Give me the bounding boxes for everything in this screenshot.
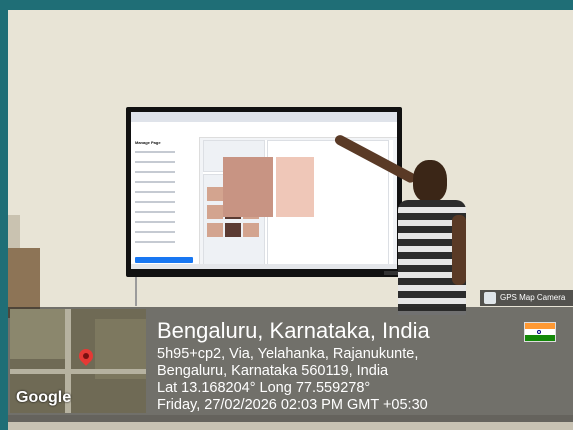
sidebar-item bbox=[135, 201, 175, 203]
taskbar bbox=[131, 264, 397, 269]
shelf-item bbox=[8, 215, 20, 250]
browser-tabbar bbox=[131, 112, 397, 122]
india-flag-icon bbox=[524, 322, 556, 342]
address-line-2: Bengaluru, Karnataka 560119, India bbox=[157, 363, 389, 379]
sidebar-item bbox=[135, 171, 175, 173]
facebook-sidebar: Manage Page bbox=[131, 137, 200, 269]
promote-button bbox=[135, 257, 193, 263]
sidebar-item bbox=[135, 221, 175, 223]
tv-screen: Manage Page bbox=[131, 112, 397, 269]
sidebar-item bbox=[135, 191, 175, 193]
sidebar-item bbox=[135, 181, 175, 183]
photo-thumb bbox=[243, 223, 259, 237]
sidebar-item bbox=[135, 161, 175, 163]
camera-icon bbox=[484, 292, 496, 304]
photo-thumb bbox=[225, 223, 241, 237]
map-area bbox=[10, 309, 70, 359]
post-image bbox=[276, 157, 314, 217]
map-pin-dot bbox=[83, 353, 89, 359]
sidebar-item bbox=[135, 151, 175, 153]
cable bbox=[135, 276, 137, 306]
photo-thumb bbox=[207, 205, 223, 219]
sidebar-item bbox=[135, 231, 175, 233]
person-arm bbox=[452, 215, 466, 285]
photo-thumb bbox=[207, 223, 223, 237]
post-image bbox=[223, 157, 273, 217]
google-logo: Google bbox=[16, 389, 72, 406]
sidebar-item bbox=[135, 241, 175, 243]
person-head bbox=[413, 160, 447, 202]
address-line-1: 5h95+cp2, Via, Yelahanka, Rajanukunte, bbox=[157, 346, 419, 362]
sidebar-item bbox=[135, 211, 175, 213]
frame-border-left bbox=[0, 0, 8, 430]
television: Manage Page bbox=[126, 107, 404, 277]
photo-thumb bbox=[207, 187, 223, 201]
app-badge-label: GPS Map Camera bbox=[500, 293, 566, 302]
map-thumbnail: Google bbox=[10, 309, 146, 413]
app-badge: GPS Map Camera bbox=[480, 290, 573, 306]
datetime: Friday, 27/02/2026 02:03 PM GMT +05:30 bbox=[157, 397, 428, 413]
frame-border bbox=[0, 0, 573, 10]
coordinates: Lat 13.168204° Long 77.559278° bbox=[157, 380, 371, 396]
sidebar-title: Manage Page bbox=[135, 140, 161, 145]
location-title: Bengaluru, Karnataka, India bbox=[157, 318, 430, 343]
map-road bbox=[10, 369, 146, 374]
